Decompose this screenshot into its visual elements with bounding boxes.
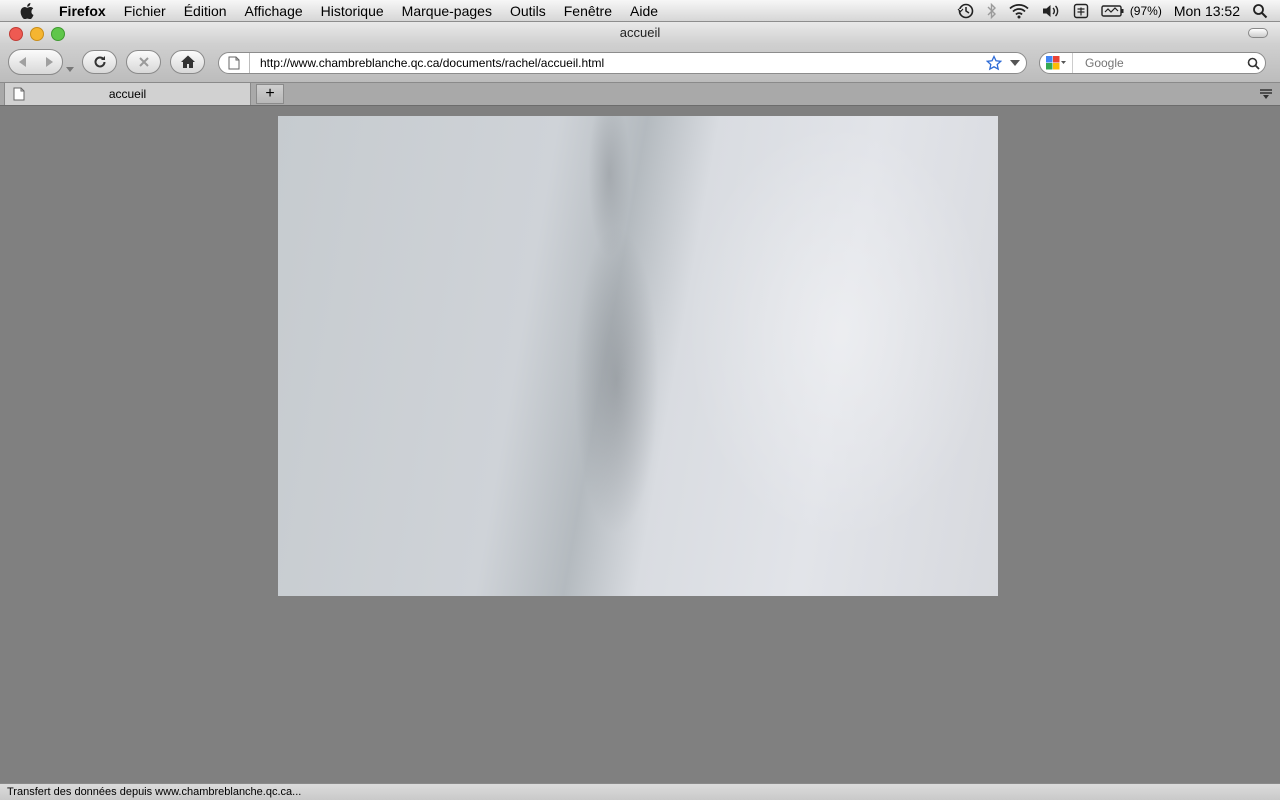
- new-tab-button[interactable]: +: [256, 84, 284, 104]
- macos-menu-bar: Firefox Fichier Édition Affichage Histor…: [0, 0, 1280, 22]
- bedsheet-photo: [278, 116, 998, 596]
- bluetooth-icon[interactable]: [987, 2, 997, 19]
- wifi-icon[interactable]: [1009, 3, 1029, 19]
- url-bar[interactable]: http://www.chambreblanche.qc.ca/document…: [218, 52, 1027, 74]
- forward-button[interactable]: [36, 50, 62, 74]
- bookmark-star-icon[interactable]: [984, 55, 1004, 71]
- tab-strip: accueil +: [0, 82, 1280, 106]
- menu-affichage[interactable]: Affichage: [236, 3, 312, 19]
- time-machine-icon[interactable]: [957, 2, 975, 20]
- stop-button[interactable]: [126, 50, 161, 74]
- menu-edition[interactable]: Édition: [175, 3, 236, 19]
- status-bar: Transfert des données depuis www.chambre…: [0, 783, 1280, 800]
- status-text: Transfert des données depuis www.chambre…: [7, 786, 302, 798]
- back-button[interactable]: [10, 50, 36, 74]
- menu-fichier[interactable]: Fichier: [115, 3, 175, 19]
- search-icon[interactable]: [1241, 57, 1265, 70]
- search-bar[interactable]: [1039, 52, 1266, 74]
- back-forward-group: [8, 49, 63, 75]
- tab-label: accueil: [108, 87, 147, 101]
- battery-percentage: (97%): [1129, 3, 1162, 18]
- window-titlebar: accueil: [0, 22, 1280, 44]
- battery-icon[interactable]: [1101, 4, 1125, 18]
- tab-accueil[interactable]: accueil: [4, 83, 251, 105]
- menu-outils[interactable]: Outils: [501, 3, 555, 19]
- url-text[interactable]: http://www.chambreblanche.qc.ca/document…: [260, 56, 984, 70]
- google-engine-icon[interactable]: [1040, 53, 1073, 73]
- history-dropdown-icon[interactable]: [66, 60, 74, 78]
- spotlight-icon[interactable]: [1252, 3, 1268, 19]
- keyboard-input-icon[interactable]: [1073, 3, 1089, 19]
- home-button[interactable]: [170, 50, 205, 74]
- menu-extras: (97%) Mon 13:52: [957, 0, 1280, 21]
- page-identity-icon[interactable]: [219, 53, 250, 73]
- page-content: [0, 107, 1280, 783]
- volume-icon[interactable]: [1041, 3, 1061, 19]
- menu-aide[interactable]: Aide: [621, 3, 667, 19]
- url-dropdown-icon[interactable]: [1004, 59, 1026, 67]
- search-input[interactable]: [1083, 55, 1241, 71]
- clock[interactable]: Mon 13:52: [1174, 3, 1240, 19]
- menu-app-firefox[interactable]: Firefox: [50, 3, 115, 19]
- list-all-tabs-icon[interactable]: [1254, 84, 1278, 104]
- window-title: accueil: [619, 25, 661, 40]
- apple-icon[interactable]: [18, 2, 36, 20]
- menu-fenetre[interactable]: Fenêtre: [555, 3, 621, 19]
- menu-marque-pages[interactable]: Marque-pages: [393, 3, 501, 19]
- reload-button[interactable]: [82, 50, 117, 74]
- toolbar-toggle-button[interactable]: [1248, 28, 1268, 38]
- navigation-toolbar: http://www.chambreblanche.qc.ca/document…: [0, 44, 1280, 82]
- menu-historique[interactable]: Historique: [312, 3, 393, 19]
